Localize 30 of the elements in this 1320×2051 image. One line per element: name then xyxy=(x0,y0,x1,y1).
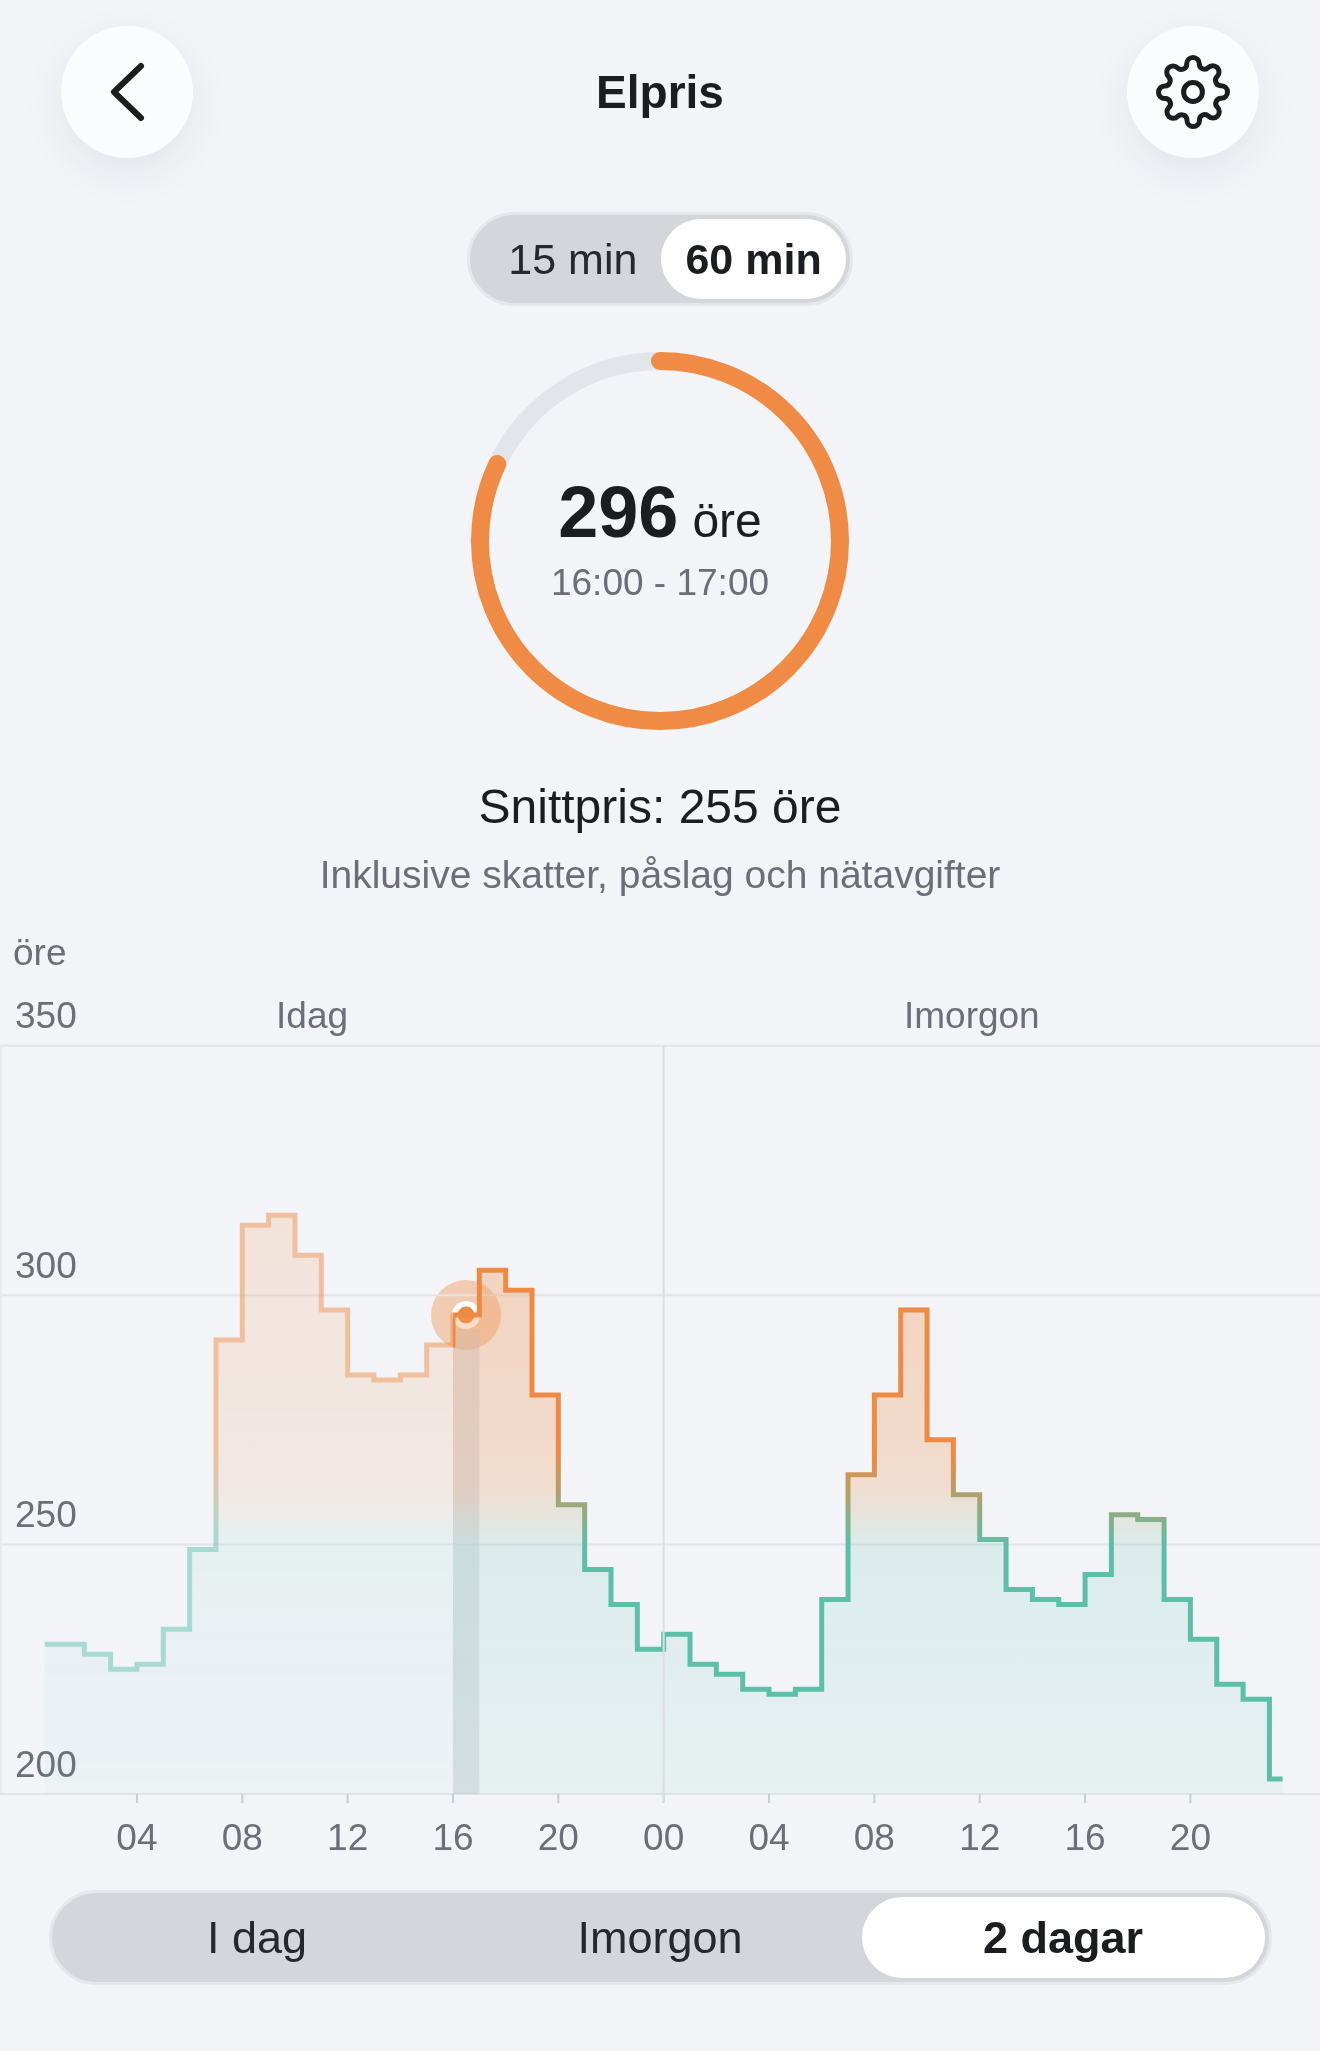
day-label: Idag xyxy=(276,994,349,1036)
y-tick-label: 300 xyxy=(15,1244,77,1286)
x-tick-label: 16 xyxy=(432,1816,474,1858)
x-tick-label: 08 xyxy=(221,1816,263,1858)
x-tick-label: 00 xyxy=(643,1816,685,1858)
interval-tab[interactable]: 15 min xyxy=(484,219,662,299)
x-tick-label: 08 xyxy=(853,1816,895,1858)
x-tick-label: 04 xyxy=(748,1816,790,1858)
x-tick-label: 16 xyxy=(1064,1816,1106,1858)
x-tick-label: 12 xyxy=(327,1816,369,1858)
day-label: Imorgon xyxy=(903,994,1040,1036)
day-tab[interactable]: Imorgon xyxy=(458,1897,862,1978)
axis-unit-label: öre xyxy=(13,931,67,973)
price-unit: öre xyxy=(692,492,762,549)
interval-tab[interactable]: 60 min xyxy=(661,219,846,299)
x-tick-label: 20 xyxy=(1169,1816,1211,1858)
y-tick-label: 350 xyxy=(15,995,77,1037)
x-tick-label: 12 xyxy=(959,1816,1001,1858)
day-tab[interactable]: 2 dagar xyxy=(861,1897,1265,1978)
settings-icon xyxy=(1156,55,1230,129)
x-tick-label: 20 xyxy=(537,1816,579,1858)
day-tab[interactable]: I dag xyxy=(55,1897,459,1978)
price-value: 296 xyxy=(558,471,679,552)
y-tick-label: 200 xyxy=(15,1743,77,1785)
y-tick-label: 250 xyxy=(15,1494,77,1536)
price-note: Inklusive skatter, påslag och nätavgifter xyxy=(319,852,1001,898)
time-range: 16:00 - 17:00 xyxy=(550,560,770,605)
average-price: Snittpris: 255 öre xyxy=(478,779,842,835)
x-tick-label: 04 xyxy=(116,1816,158,1858)
screen-title: Elpris xyxy=(596,65,724,120)
